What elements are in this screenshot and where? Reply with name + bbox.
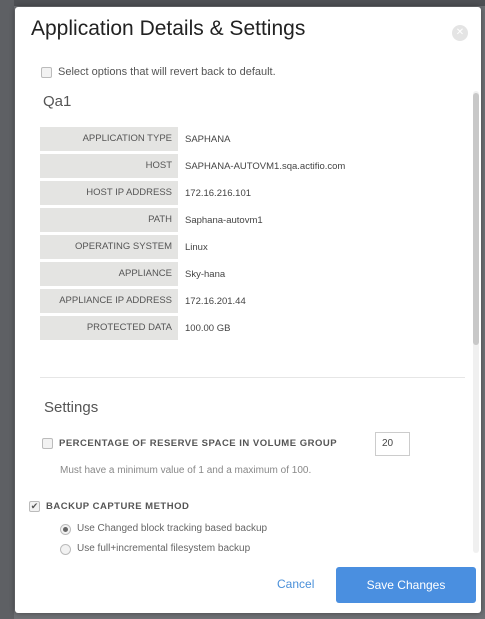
- settings-dialog: Application Details & Settings ✕ Select …: [15, 7, 481, 613]
- detail-value: 172.16.216.101: [185, 188, 252, 199]
- backup-method-checkbox[interactable]: ✔: [29, 501, 40, 512]
- reserve-space-checkbox[interactable]: [42, 438, 53, 449]
- detail-label: PATH: [40, 208, 178, 232]
- detail-value: 100.00 GB: [185, 323, 231, 334]
- close-icon[interactable]: ✕: [452, 25, 468, 41]
- cbt-backup-label: Use Changed block tracking based backup: [77, 523, 268, 534]
- detail-label: APPLIANCE IP ADDRESS: [40, 289, 178, 313]
- revert-checkbox[interactable]: [41, 67, 52, 78]
- backup-method-label: BACKUP CAPTURE METHOD: [46, 501, 190, 512]
- backdrop: [0, 0, 485, 6]
- full-incremental-radio[interactable]: [60, 544, 71, 555]
- scrollbar[interactable]: [473, 91, 479, 553]
- revert-label: Select options that will revert back to …: [58, 66, 276, 78]
- detail-value: 172.16.201.44: [185, 296, 246, 307]
- detail-value: Sky-hana: [185, 269, 226, 280]
- cbt-backup-radio[interactable]: [60, 524, 71, 535]
- reserve-space-hint: Must have a minimum value of 1 and a max…: [60, 465, 312, 476]
- detail-label: HOST IP ADDRESS: [40, 181, 178, 205]
- dialog-title: Application Details & Settings: [31, 17, 306, 40]
- detail-value: Saphana-autovm1: [185, 215, 263, 226]
- application-name: Qa1: [43, 93, 72, 110]
- scrollbar-thumb[interactable]: [473, 93, 479, 345]
- detail-label: HOST: [40, 154, 178, 178]
- settings-title: Settings: [44, 399, 99, 416]
- detail-label: APPLICATION TYPE: [40, 127, 178, 151]
- detail-value: SAPHANA-AUTOVM1.sqa.actifio.com: [185, 161, 346, 172]
- detail-label: APPLIANCE: [40, 262, 178, 286]
- detail-label: OPERATING SYSTEM: [40, 235, 178, 259]
- backdrop-side: [0, 0, 14, 619]
- detail-value: SAPHANA: [185, 134, 231, 145]
- reserve-space-label: PERCENTAGE OF RESERVE SPACE IN VOLUME GR…: [59, 438, 338, 449]
- save-changes-button[interactable]: Save Changes: [336, 567, 476, 603]
- section-divider: [40, 377, 465, 378]
- detail-value: Linux: [185, 242, 208, 253]
- reserve-space-input[interactable]: 20: [375, 432, 410, 456]
- cancel-button[interactable]: Cancel: [277, 577, 314, 591]
- full-incremental-label: Use full+incremental filesystem backup: [77, 543, 251, 554]
- detail-label: PROTECTED DATA: [40, 316, 178, 340]
